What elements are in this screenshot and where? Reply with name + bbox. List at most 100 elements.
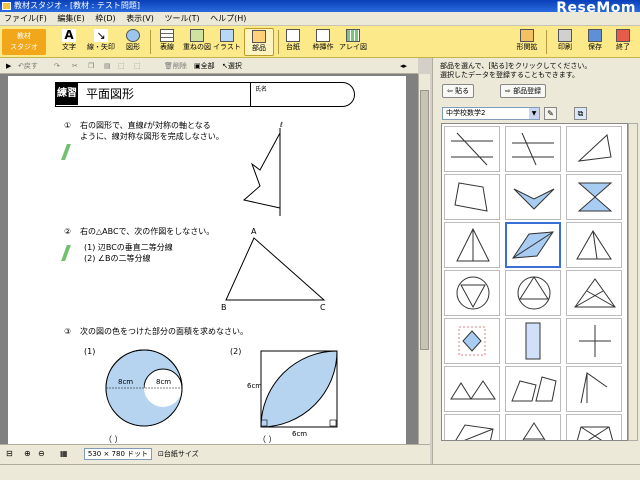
zoom-out-icon[interactable]: ⊖ [38,449,45,458]
diameter-label-2: 8cm [156,378,172,386]
part-thumbnail[interactable] [566,222,622,268]
grid-icon[interactable]: ▦ [60,449,68,458]
frame-tool-button[interactable]: 枠挿作 [308,28,338,56]
register-part-button[interactable]: ⇨ 部品登録 [500,84,547,98]
parts-grid [441,123,628,441]
zoom-in-icon[interactable]: ⊕ [24,449,31,458]
part-thumbnail-selected[interactable] [505,222,561,268]
select-button[interactable]: ↖選択 [222,60,242,72]
page-size-field: 530 × 780 ドット [84,448,152,460]
grade-select[interactable]: 中学校数学2 [442,107,540,120]
part-thumbnail[interactable] [566,414,622,440]
part-thumbnail[interactable] [505,414,561,440]
line-tool-label: 線・矢印 [87,43,115,51]
hint-line1: 部品を選んで、[貼る]をクリックしてください。 [440,62,592,70]
preview-icon[interactable]: ⧉ [574,107,587,120]
q1-number: ① [64,121,72,130]
part-thumbnail[interactable] [566,174,622,220]
undo-label: 戻す [23,62,38,70]
menu-view[interactable]: 表示(V) [122,12,158,26]
overlay-tool-label: 重ねの図 [183,43,211,51]
part-thumbnail[interactable] [444,366,500,412]
array-tool-label: アレイ図 [339,43,367,51]
scrollbar-thumb[interactable] [420,90,429,350]
exit-button[interactable]: 終了 [608,28,638,56]
part-thumbnail[interactable] [566,270,622,316]
part-thumbnail[interactable] [566,366,622,412]
q1-figure [242,128,281,216]
array-grid-icon [346,29,360,42]
mount-icon [286,29,300,42]
paste-button[interactable]: ⇦ 貼る [442,84,475,98]
hint-line2: 選択したデータを登録することもできます。 [440,71,580,79]
q2-number: ② [64,227,72,236]
part-figure [512,231,554,259]
delete-label: 削除 [172,62,187,70]
frame-icon [316,29,330,42]
part-thumbnail[interactable] [505,318,561,364]
shape-tool-button[interactable]: 図形 [118,28,148,56]
part-thumbnail[interactable] [505,126,561,172]
menu-tools[interactable]: ツール(T) [160,12,203,26]
mount-tool-button[interactable]: 台紙 [278,28,308,56]
practice-badge: 練習 [56,83,78,105]
triangle-abc [225,237,326,301]
menu-frame[interactable]: 枠(D) [91,12,119,26]
frame-tool-label: 枠挿作 [312,43,334,51]
part-figure [522,422,546,440]
q2-sub2: (2) ∠Bの二等分線 [84,254,151,263]
menu-edit[interactable]: 編集(E) [53,12,88,26]
q2-line1: 右の△ABCで、次の作図をしなさい。 [80,227,215,236]
parts-icon [252,30,266,43]
q3-part2-label: (2) [230,347,242,356]
chevron-down-icon[interactable]: ▼ [529,108,539,119]
fit-to-mount-button[interactable]: ⊡台紙サイズ [158,449,199,459]
ungroup-icon[interactable]: ⬚ [134,60,141,72]
part-thumbnail[interactable] [444,222,500,268]
copy-icon[interactable]: ❐ [88,60,94,72]
text-tool-label: 文字 [62,43,76,51]
open-button[interactable]: 形関拡 [512,28,542,56]
group-icon[interactable]: ⬚ [118,60,125,72]
redo-icon[interactable]: ↷ [54,60,60,72]
parts-scrollbar[interactable] [628,123,638,441]
part-thumbnail[interactable] [444,270,500,316]
title-bar: 教材スタジオ - [教材 : テスト問題] [0,0,640,12]
part-thumbnail[interactable] [505,174,561,220]
part-thumbnail[interactable] [444,414,500,440]
part-thumbnail[interactable] [444,174,500,220]
array-tool-button[interactable]: アレイ図 [338,28,368,56]
table-icon [160,29,174,42]
play-icon[interactable]: ▶ [6,60,11,72]
overlay-tool-button[interactable]: 重ねの図 [182,28,212,56]
open-icon [520,29,534,42]
save-button[interactable]: 保存 [580,28,610,56]
part-thumbnail[interactable] [505,366,561,412]
table-tool-button[interactable]: 表線 [152,28,182,56]
undo-button[interactable]: ↶戻す [18,60,38,72]
edit-icon[interactable]: ✎ [544,107,557,120]
paste-icon[interactable]: ▤ [104,60,111,72]
menu-help[interactable]: ヘルプ(H) [206,12,250,26]
parts-tool-button[interactable]: 部品 [244,28,274,56]
app-icon [2,2,11,10]
part-thumbnail[interactable] [566,318,622,364]
menu-file[interactable]: ファイル(F) [0,12,51,26]
select-all-button[interactable]: ▣全部 [194,60,215,72]
view-icon[interactable]: ⊟ [6,449,13,458]
part-thumbnail[interactable] [444,126,500,172]
text-tool-button[interactable]: A 文字 [54,28,84,56]
line-tool-button[interactable]: ↘ 線・矢印 [86,28,116,56]
nav-arrows-icon[interactable]: ◂▸ [400,60,407,72]
cut-icon[interactable]: ✂ [72,60,78,72]
part-thumbnail[interactable] [566,126,622,172]
q3-square-figure [260,350,338,428]
toolbar-separator [546,30,547,54]
part-figure [511,376,557,402]
open-label: 形関拡 [516,43,538,51]
part-thumbnail[interactable] [505,270,561,316]
print-button[interactable]: 印刷 [550,28,580,56]
part-thumbnail[interactable] [444,318,500,364]
illust-tool-button[interactable]: イラスト [212,28,242,56]
delete-button[interactable]: 🗑削除 [164,60,187,72]
